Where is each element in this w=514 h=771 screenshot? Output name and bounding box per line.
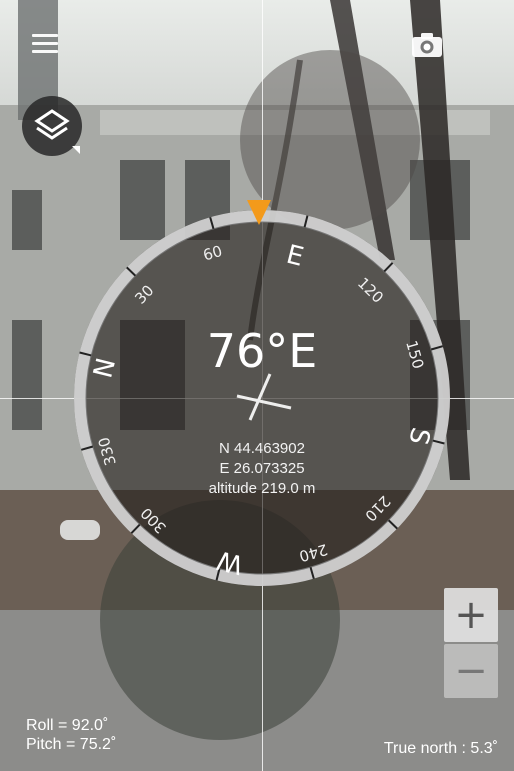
camera-icon[interactable] bbox=[410, 30, 444, 60]
crosshair-vertical bbox=[262, 0, 263, 771]
zoom-out-button[interactable]: − bbox=[444, 644, 498, 698]
zoom-controls: + − bbox=[444, 588, 498, 700]
zoom-in-button[interactable]: + bbox=[444, 588, 498, 642]
crosshair-horizontal bbox=[0, 398, 514, 399]
menu-icon[interactable] bbox=[32, 34, 58, 54]
layers-icon[interactable] bbox=[22, 96, 82, 156]
orientation-readout: Roll = 92.0˚ Pitch = 75.2˚ bbox=[26, 716, 116, 754]
roll-text: Roll = 92.0˚ bbox=[26, 717, 109, 734]
true-north-text: True north : 5.3˚ bbox=[383, 740, 498, 757]
pitch-text: Pitch = 75.2˚ bbox=[26, 736, 117, 753]
